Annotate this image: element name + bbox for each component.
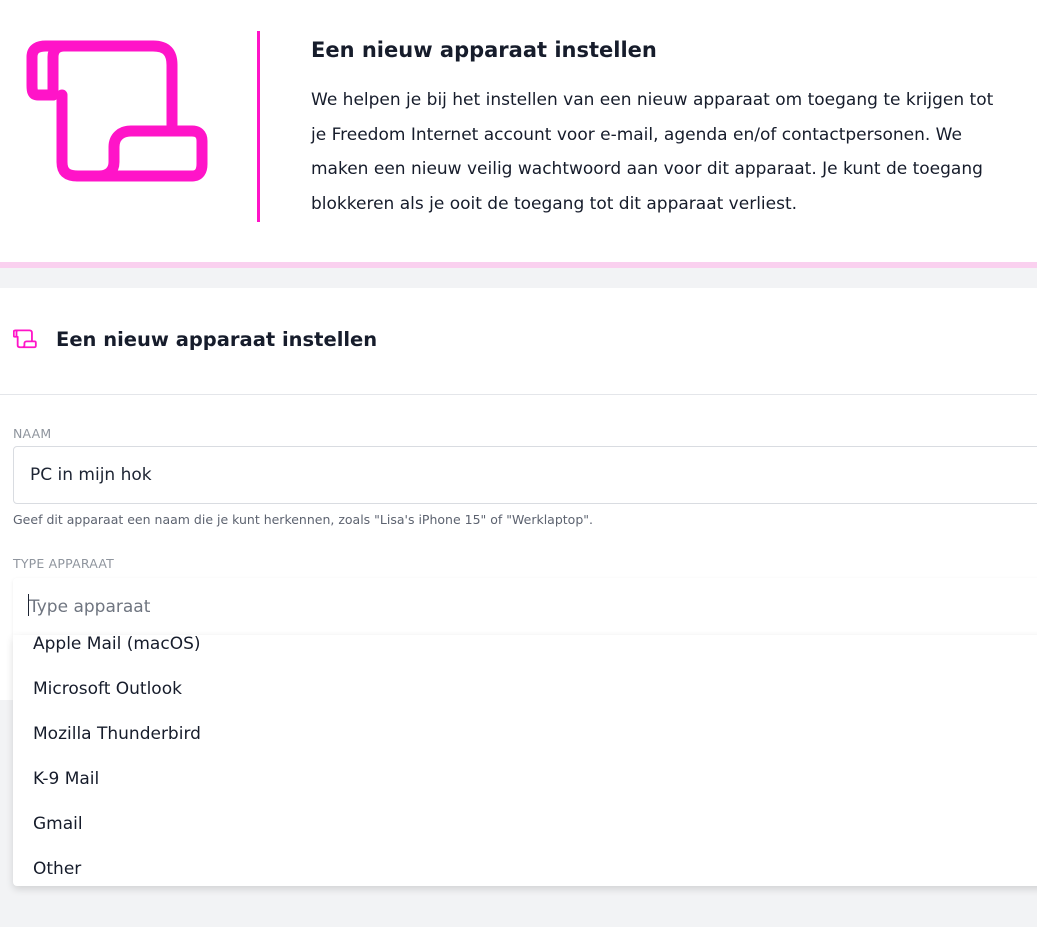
device-type-combobox bbox=[13, 578, 1037, 636]
intro-panel: Een nieuw apparaat instellen We helpen j… bbox=[0, 0, 1037, 262]
card-title: Een nieuw apparaat instellen bbox=[56, 328, 378, 351]
option-gmail[interactable]: Gmail bbox=[13, 802, 1037, 847]
option-microsoft-outlook[interactable]: Microsoft Outlook bbox=[13, 667, 1037, 712]
option-k9-mail[interactable]: K-9 Mail bbox=[13, 757, 1037, 802]
device-type-options: Apple Mail (macOS) Microsoft Outlook Moz… bbox=[13, 635, 1037, 886]
option-apple-mail[interactable]: Apple Mail (macOS) bbox=[13, 635, 1037, 667]
intro-description: We helpen je bij het instellen van een n… bbox=[311, 90, 994, 215]
text-cursor bbox=[28, 594, 29, 616]
scroll-icon bbox=[12, 329, 37, 353]
device-type-label: TYPE APPARAAT bbox=[13, 556, 114, 571]
scroll-icon bbox=[26, 40, 211, 189]
card-header: Een nieuw apparaat instellen bbox=[0, 288, 1037, 395]
name-input[interactable] bbox=[13, 446, 1037, 504]
device-type-dropdown[interactable]: Apple Mail (macOS) Microsoft Outlook Moz… bbox=[13, 635, 1037, 886]
name-label: NAAM bbox=[13, 426, 52, 441]
name-help-text: Geef dit apparaat een naam die je kunt h… bbox=[13, 512, 593, 527]
intro-title: Een nieuw apparaat instellen bbox=[311, 38, 657, 62]
intro-accent-bar bbox=[0, 262, 1037, 268]
option-other[interactable]: Other bbox=[13, 847, 1037, 886]
device-type-input[interactable] bbox=[13, 578, 1037, 636]
intro-divider bbox=[257, 31, 260, 222]
option-mozilla-thunderbird[interactable]: Mozilla Thunderbird bbox=[13, 712, 1037, 757]
